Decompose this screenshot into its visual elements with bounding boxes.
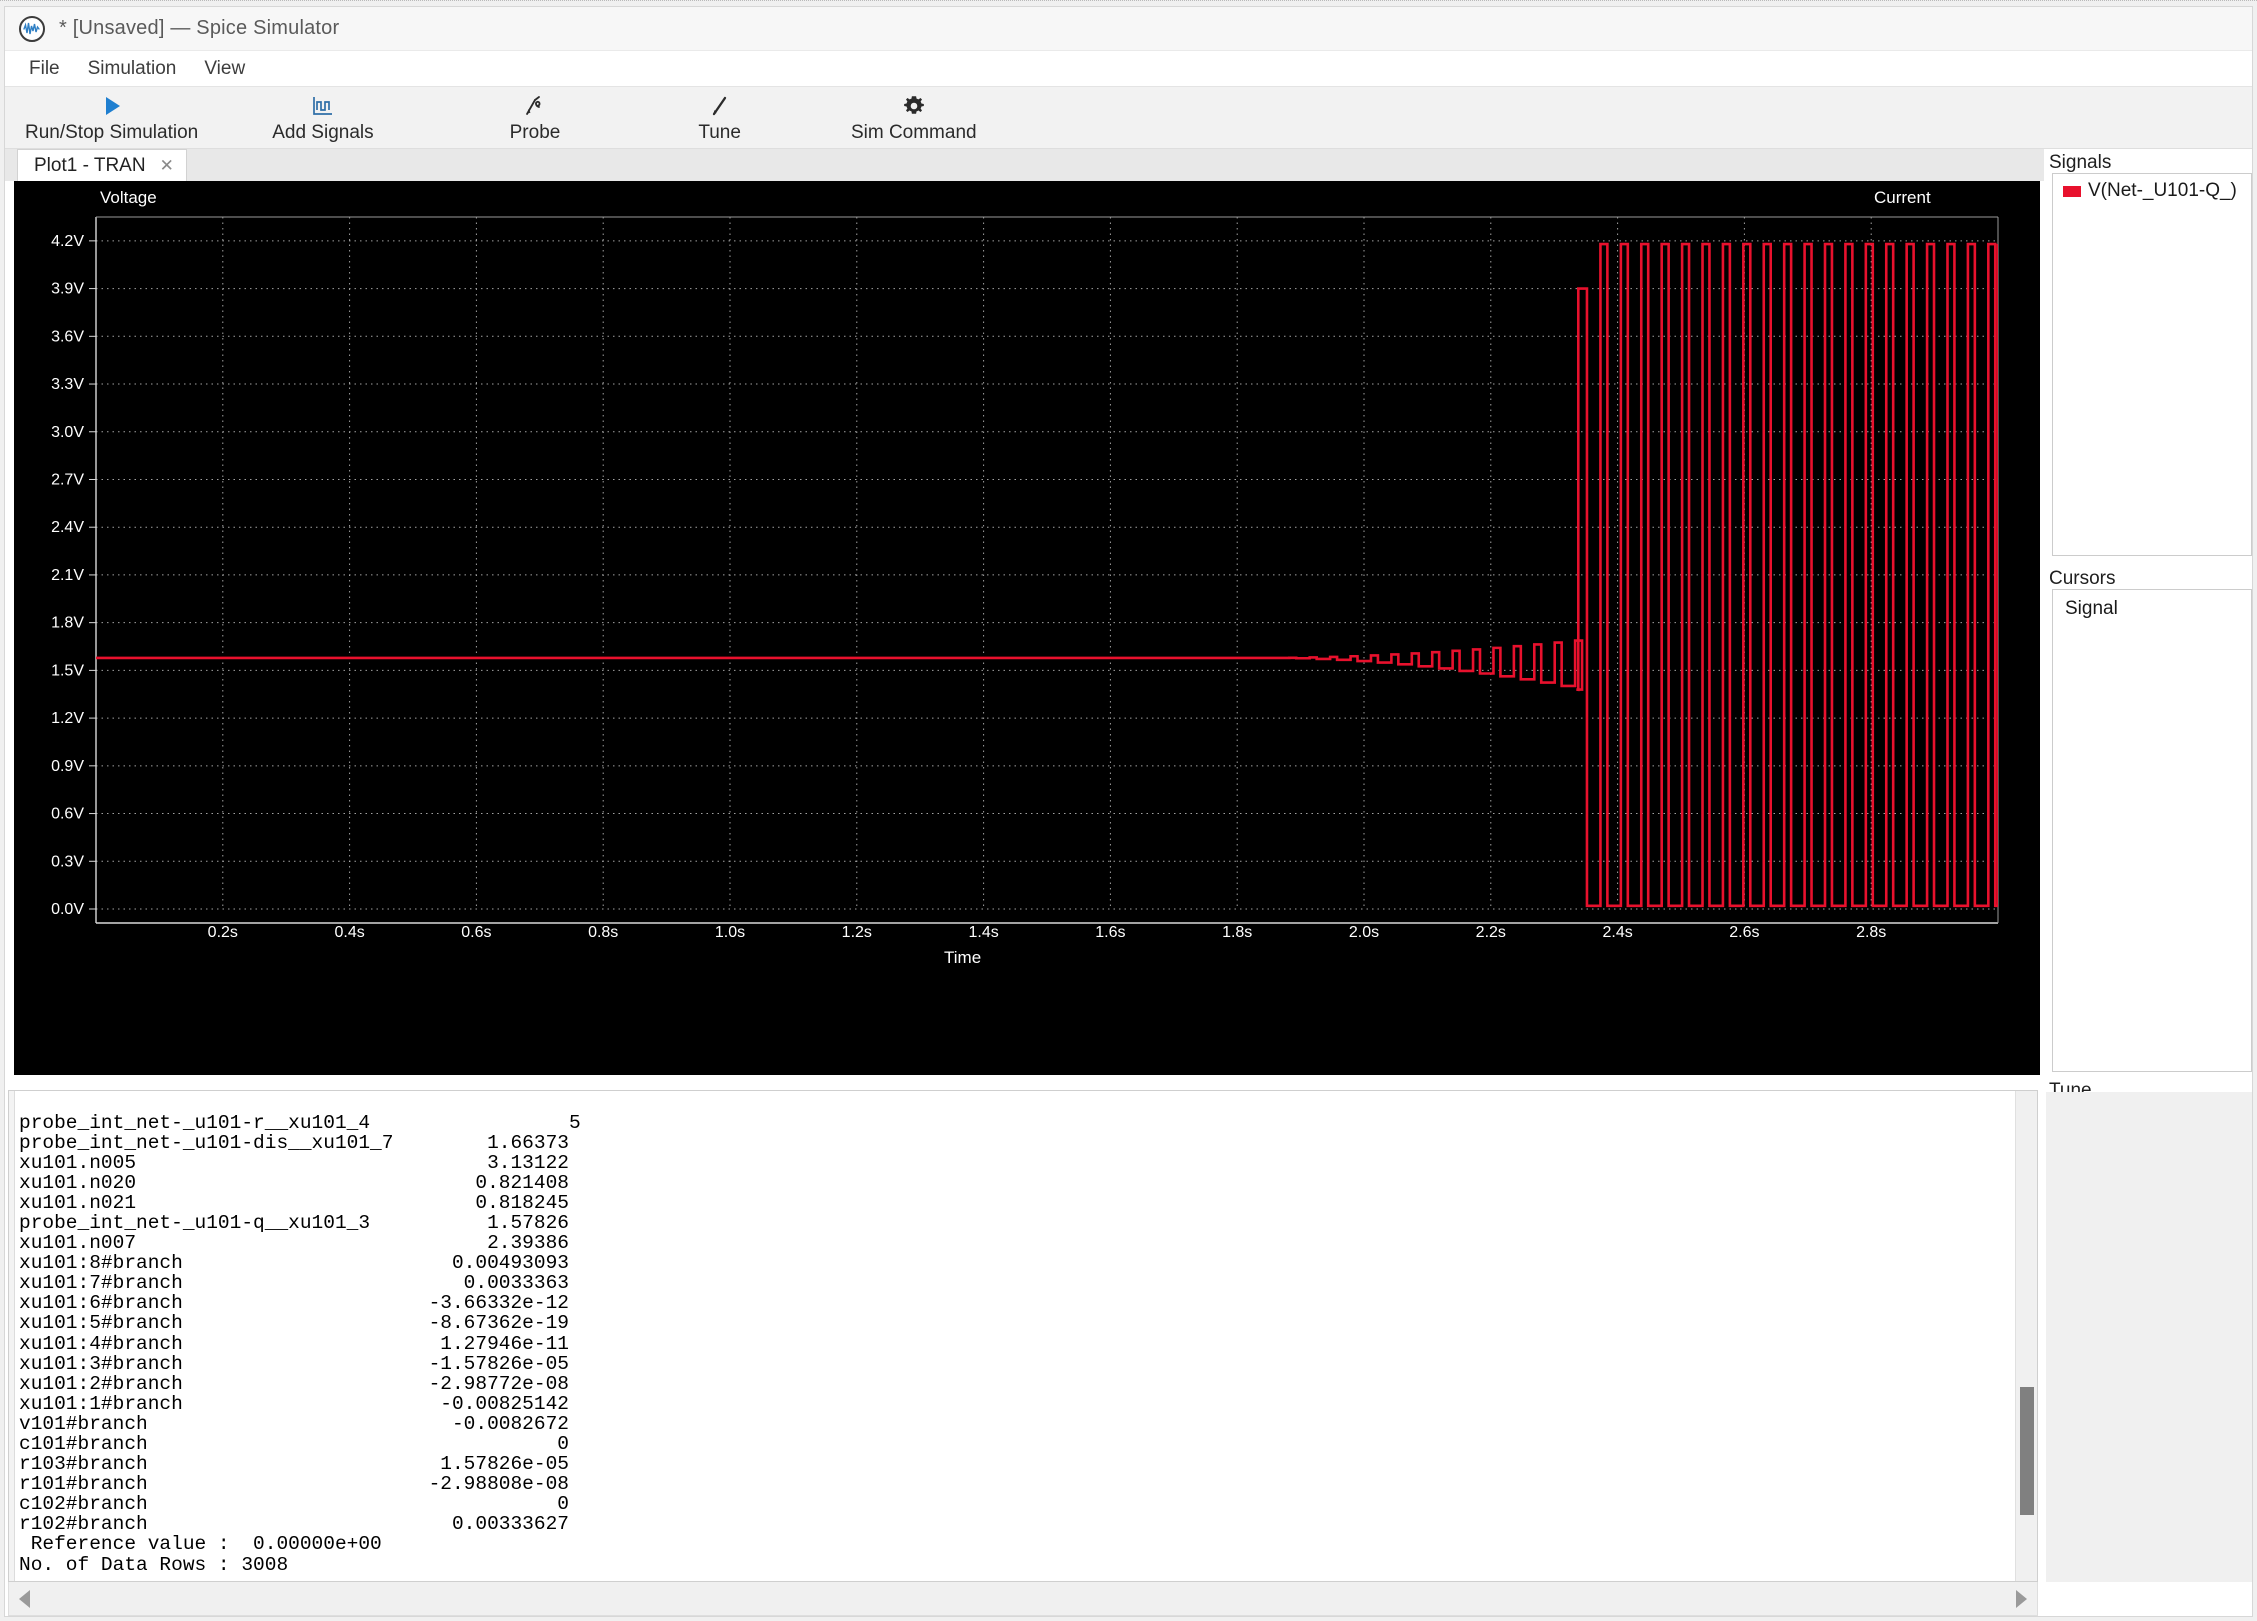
y-tick-label: 0.0V bbox=[51, 901, 84, 918]
signal-label: V(Net-_U101-Q_) bbox=[2088, 180, 2237, 201]
cursors-panel-title: Cursors bbox=[2049, 568, 2116, 589]
scrollbar-thumb[interactable] bbox=[2020, 1387, 2034, 1515]
sim-command-button[interactable]: Sim Command bbox=[837, 87, 991, 149]
toolbar: Run/Stop Simulation Add Signals Probe Tu… bbox=[5, 87, 2252, 149]
title-bar: * [Unsaved] — Spice Simulator bbox=[5, 7, 2252, 51]
y-tick-label: 1.8V bbox=[51, 615, 84, 632]
y-tick-label: 1.2V bbox=[51, 710, 84, 727]
y-tick-label: 2.4V bbox=[51, 519, 84, 536]
simulation-log-panel[interactable]: probe_int_net-_u101-r__xu101_4 5 probe_i… bbox=[8, 1090, 2038, 1582]
y-tick-label: 0.3V bbox=[51, 853, 84, 870]
probe-label: Probe bbox=[509, 122, 561, 143]
scroll-left-icon[interactable] bbox=[19, 1589, 30, 1608]
scroll-right-icon[interactable] bbox=[2016, 1589, 2027, 1608]
waveform-axes-icon bbox=[310, 92, 336, 120]
log-left-gutter bbox=[9, 1091, 15, 1581]
x-tick-label: 0.6s bbox=[461, 924, 491, 941]
close-icon[interactable]: ✕ bbox=[160, 157, 174, 174]
menu-bar: File Simulation View bbox=[5, 51, 2252, 87]
gear-icon bbox=[901, 92, 927, 120]
right-axis-label: Current bbox=[1874, 188, 1931, 207]
y-tick-label: 3.9V bbox=[51, 281, 84, 298]
run-stop-simulation-label: Run/Stop Simulation bbox=[25, 122, 199, 143]
x-tick-label: 2.2s bbox=[1476, 924, 1506, 941]
x-tick-label: 2.4s bbox=[1602, 924, 1632, 941]
x-tick-label: 2.0s bbox=[1349, 924, 1379, 941]
cursors-table[interactable]: Signal bbox=[2052, 589, 2252, 1072]
tune-button[interactable]: Tune bbox=[684, 87, 755, 149]
x-tick-label: 1.0s bbox=[715, 924, 745, 941]
sim-command-label: Sim Command bbox=[850, 122, 977, 143]
y-tick-label: 4.2V bbox=[51, 233, 84, 250]
menu-item-file[interactable]: File bbox=[17, 54, 72, 84]
x-tick-label: 0.2s bbox=[208, 924, 238, 941]
probe-pen-icon bbox=[522, 92, 548, 120]
y-tick-label: 0.9V bbox=[51, 758, 84, 775]
x-tick-label: 1.8s bbox=[1222, 924, 1252, 941]
tab-plot1-tran[interactable]: Plot1 - TRAN ✕ bbox=[17, 149, 187, 181]
tune-panel-body[interactable] bbox=[2046, 1092, 2252, 1582]
add-signals-label: Add Signals bbox=[272, 122, 374, 143]
cursors-column-header: Signal bbox=[2065, 598, 2118, 619]
menu-item-view[interactable]: View bbox=[192, 54, 257, 84]
signal-color-swatch bbox=[2063, 185, 2081, 197]
log-vertical-scrollbar[interactable] bbox=[2015, 1091, 2037, 1581]
window-title: * [Unsaved] — Spice Simulator bbox=[59, 17, 340, 39]
x-tick-label: 2.8s bbox=[1856, 924, 1886, 941]
play-triangle-icon bbox=[99, 92, 125, 120]
y-tick-label: 2.7V bbox=[51, 471, 84, 488]
probe-button[interactable]: Probe bbox=[496, 87, 575, 149]
menu-item-simulation[interactable]: Simulation bbox=[76, 54, 189, 84]
waveform-circle-icon bbox=[19, 15, 45, 42]
x-tick-label: 2.6s bbox=[1729, 924, 1759, 941]
y-tick-label: 2.1V bbox=[51, 567, 84, 584]
tab-strip: Plot1 - TRAN ✕ bbox=[5, 149, 2044, 181]
log-text: probe_int_net-_u101-r__xu101_4 5 probe_i… bbox=[19, 1111, 581, 1576]
x-tick-label: 1.4s bbox=[968, 924, 998, 941]
x-tick-label: 0.4s bbox=[334, 924, 364, 941]
list-item[interactable]: V(Net-_U101-Q_) bbox=[2053, 174, 2251, 202]
y-tick-label: 0.6V bbox=[51, 806, 84, 823]
y-tick-label: 1.5V bbox=[51, 662, 84, 679]
add-signals-button[interactable]: Add Signals bbox=[258, 87, 387, 149]
log-horizontal-scrollbar[interactable] bbox=[8, 1582, 2038, 1616]
y-tick-label: 3.3V bbox=[51, 376, 84, 393]
tune-label: Tune bbox=[698, 122, 741, 143]
x-tick-label: 1.2s bbox=[842, 924, 872, 941]
plot-canvas[interactable]: 0.0V 0.3V 0.6V 0.9V 1.2V 1.5V 1.8V 2.1V 2.4V 2.7V… bbox=[14, 181, 2040, 1075]
left-axis-label: Voltage bbox=[100, 188, 157, 207]
signals-list[interactable]: V(Net-_U101-Q_) bbox=[2052, 173, 2252, 556]
screwdriver-icon bbox=[707, 92, 733, 120]
x-tick-label: 0.8s bbox=[588, 924, 618, 941]
x-tick-label: 1.6s bbox=[1095, 924, 1125, 941]
spice-simulator-window: * [Unsaved] — Spice Simulator File Simul… bbox=[0, 0, 2257, 1621]
waveform-plot[interactable]: 0.0V 0.3V 0.6V 0.9V 1.2V 1.5V 1.8V 2.1V 2.4V 2.7V… bbox=[14, 181, 2040, 1075]
y-tick-label: 3.6V bbox=[51, 328, 84, 345]
run-stop-simulation-button[interactable]: Run/Stop Simulation bbox=[11, 87, 212, 149]
y-tick-label: 3.0V bbox=[51, 424, 84, 441]
tab-label: Plot1 - TRAN bbox=[34, 154, 146, 176]
x-axis-label: Time bbox=[944, 948, 981, 967]
signals-panel-title: Signals bbox=[2049, 152, 2112, 173]
